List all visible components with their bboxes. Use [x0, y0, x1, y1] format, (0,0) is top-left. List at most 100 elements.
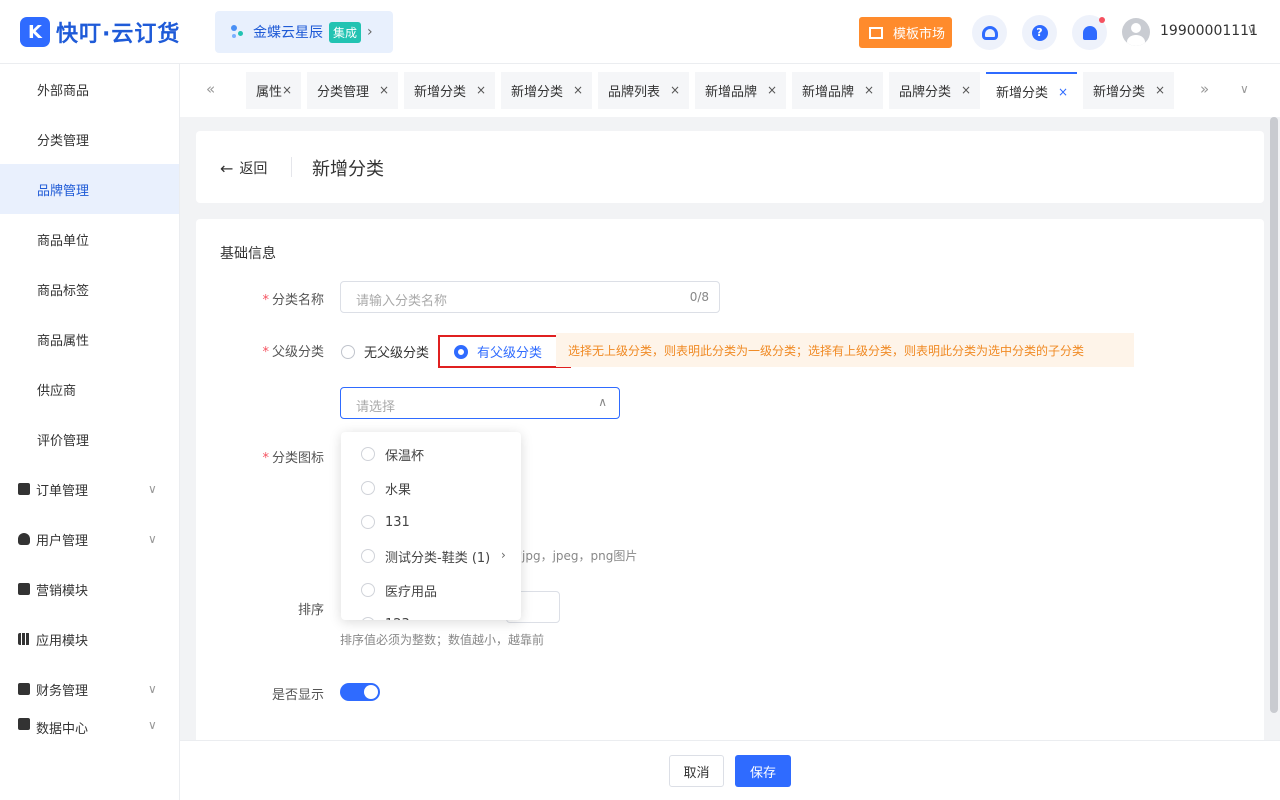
tab-category-manage[interactable]: 分类管理 × [307, 72, 398, 109]
tab-new-brand[interactable]: 新增品牌 × [695, 72, 786, 109]
close-icon[interactable]: × [1058, 85, 1068, 99]
sort-label: 排序 [297, 603, 324, 618]
template-market-button[interactable]: 模板市场 [859, 17, 952, 48]
notification-button[interactable] [1072, 15, 1107, 50]
top-bar: K 快叮·云订货 金蝶云星辰 集成 › 模板市场 ? 19900001111 ∨ [0, 0, 1280, 64]
tab-new-category[interactable]: 新增分类 × [1083, 72, 1174, 109]
tab-brand-category[interactable]: 品牌分类 × [889, 72, 980, 109]
sidebar-item-review[interactable]: 评价管理 [0, 414, 179, 464]
close-icon[interactable]: × [476, 83, 486, 97]
parent-category-dropdown: 保温杯 水果 131 测试分类-鞋类 (1)› 医疗用品 123 [341, 432, 521, 620]
customer-service-button[interactable] [972, 15, 1007, 50]
grid-icon [18, 633, 30, 645]
close-icon[interactable]: × [670, 83, 680, 97]
dropdown-option[interactable]: 保温杯 [341, 437, 521, 471]
avatar[interactable] [1122, 18, 1150, 46]
app-title: 快叮·云订货 [56, 22, 181, 47]
sidebar-group-users[interactable]: 用户管理 ∨ [0, 514, 179, 564]
cancel-button[interactable]: 取消 [669, 755, 724, 787]
sidebar-group-apps[interactable]: 应用模块 [0, 614, 179, 664]
tab-attribute[interactable]: 属性 × [246, 72, 301, 109]
tabs-next-icon[interactable]: » [1200, 80, 1209, 98]
sidebar-item-unit[interactable]: 商品单位 [0, 214, 179, 264]
dropdown-option[interactable]: 测试分类-鞋类 (1) › [341, 539, 521, 573]
sidebar-item-supplier[interactable]: 供应商 [0, 364, 179, 414]
help-icon: ? [1031, 24, 1048, 41]
sidebar-item-tag[interactable]: 商品标签 [0, 264, 179, 314]
close-icon[interactable]: × [767, 83, 777, 97]
radio-icon [361, 447, 375, 461]
tabs-prev-icon[interactable]: « [206, 80, 215, 98]
close-icon[interactable]: × [573, 83, 583, 97]
radio-icon [361, 481, 375, 495]
tab-new-brand[interactable]: 新增品牌 × [792, 72, 883, 109]
sidebar-group-finance[interactable]: 财务管理 ∨ [0, 664, 179, 714]
radio-icon [361, 617, 375, 620]
bell-icon [1082, 25, 1097, 40]
category-name-input[interactable]: 请输入分类名称 0/8 [340, 281, 720, 313]
save-button[interactable]: 保存 [735, 755, 791, 787]
radio-icon [361, 583, 375, 597]
parent-tip: 选择无上级分类，则表明此分类为一级分类；选择有上级分类，则表明此分类为选中分类的… [556, 333, 1134, 367]
sidebar-group-data[interactable]: 数据中心 ∨ [0, 714, 179, 738]
sidebar-item-category[interactable]: 分类管理 [0, 114, 179, 164]
bar-chart-icon [18, 718, 30, 730]
user-icon [18, 533, 30, 545]
tabs-bar: « 属性 × 分类管理 × 新增分类 × 新增分类 × 品牌列表 × 新增品牌 × 新增品牌… [180, 64, 1280, 117]
clipboard-icon [18, 483, 30, 495]
tab-new-category[interactable]: 新增分类 × [501, 72, 592, 109]
close-icon[interactable]: × [1155, 83, 1165, 97]
dropdown-option[interactable]: 123 [341, 607, 521, 620]
sidebar-group-marketing[interactable]: 营销模块 [0, 564, 179, 614]
close-icon[interactable]: × [282, 83, 292, 97]
sidebar-item-attribute[interactable]: 商品属性 [0, 314, 179, 364]
form-footer: 取消 保存 [180, 740, 1280, 800]
chevron-up-icon: ∧ [598, 395, 607, 409]
chevron-right-icon[interactable]: › [501, 548, 506, 562]
radio-icon [361, 549, 375, 563]
sidebar: 外部商品 分类管理 品牌管理 商品单位 商品标签 商品属性 供应商 评价管理 订… [0, 64, 180, 800]
show-toggle[interactable] [340, 683, 380, 701]
icon-hint: 的jpg，jpeg，png图片 [510, 549, 638, 563]
char-counter: 0/8 [689, 290, 709, 304]
radio-no-parent[interactable]: 无父级分类 [341, 342, 429, 361]
template-market-label: 模板市场 [893, 27, 946, 42]
sidebar-item-brand[interactable]: 品牌管理 [0, 164, 179, 214]
wallet-icon [18, 683, 30, 695]
chevron-down-icon[interactable]: ∨ [1247, 22, 1256, 36]
tab-brand-list[interactable]: 品牌列表 × [598, 72, 689, 109]
close-icon[interactable]: × [961, 83, 971, 97]
section-title: 基础信息 [220, 246, 276, 262]
integration-badge: 集成 [329, 21, 362, 43]
toggle-knob [364, 685, 378, 699]
dropdown-option[interactable]: 水果 [341, 471, 521, 505]
close-icon[interactable]: × [864, 83, 874, 97]
page-header: ← 返回 新增分类 [196, 131, 1264, 203]
show-label: 是否显示 [271, 688, 324, 703]
arrow-left-icon: ← [220, 158, 234, 178]
help-button[interactable]: ? [1022, 15, 1057, 50]
org-icon [229, 22, 249, 42]
chevron-down-icon: ∨ [148, 682, 157, 696]
sidebar-item-external-goods[interactable]: 外部商品 [0, 64, 179, 114]
divider [291, 157, 292, 177]
app-logo[interactable]: K 快叮·云订货 [20, 16, 180, 48]
org-name: 金蝶云星辰 [253, 25, 323, 41]
tab-new-category-active[interactable]: 新增分类 × [986, 72, 1077, 109]
input-placeholder: 请输入分类名称 [356, 294, 448, 309]
parent-category-select[interactable]: 请选择 ∧ [340, 387, 620, 419]
dropdown-option[interactable]: 131 [341, 505, 521, 539]
dropdown-option[interactable]: 医疗用品 [341, 573, 521, 607]
page-scrollbar[interactable] [1270, 117, 1278, 713]
radio-icon [361, 515, 375, 529]
user-name[interactable]: 19900001111 [1160, 23, 1258, 39]
back-button[interactable]: ← 返回 [220, 158, 267, 178]
org-switcher[interactable]: 金蝶云星辰 集成 › [215, 11, 393, 53]
template-icon [869, 26, 883, 39]
tab-new-category[interactable]: 新增分类 × [404, 72, 495, 109]
sidebar-group-orders[interactable]: 订单管理 ∨ [0, 464, 179, 514]
close-icon[interactable]: × [379, 83, 389, 97]
logo-icon: K [20, 17, 50, 47]
tabs-more-icon[interactable]: ∨ [1240, 82, 1249, 96]
sort-hint: 排序值必须为整数；数值越小，越靠前 [340, 633, 545, 647]
